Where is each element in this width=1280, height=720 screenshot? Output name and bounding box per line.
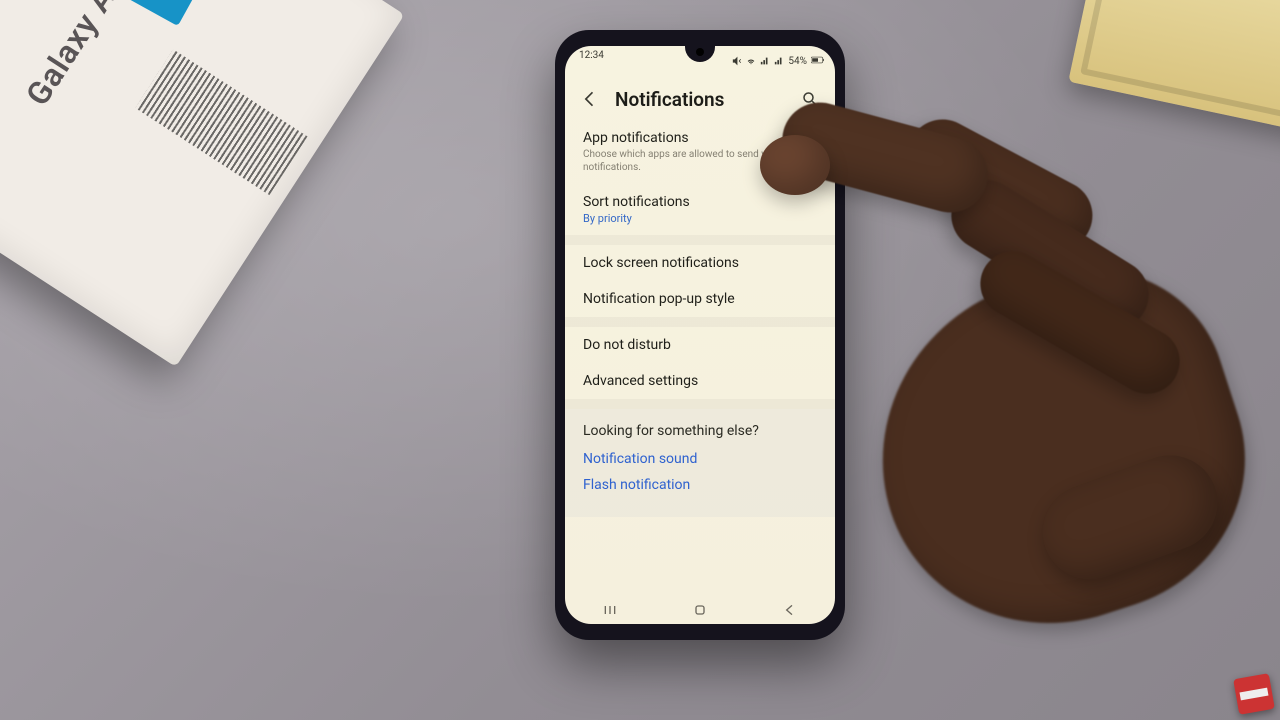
wifi-icon <box>746 56 756 66</box>
hand-overlay <box>790 80 1280 720</box>
settings-list: App notifications Choose which apps are … <box>565 120 835 596</box>
setting-title: Lock screen notifications <box>583 255 817 271</box>
wooden-block <box>1068 0 1280 135</box>
setting-title: Sort notifications <box>583 194 817 210</box>
setting-sort-notifications[interactable]: Sort notifications By priority <box>565 184 835 235</box>
setting-lock-screen-notifications[interactable]: Lock screen notifications <box>565 245 835 281</box>
nav-home-button[interactable] <box>692 602 708 618</box>
setting-advanced-settings[interactable]: Advanced settings <box>565 363 835 399</box>
phone-frame: 12:34 54% <box>555 30 845 640</box>
nav-recents-button[interactable] <box>602 602 618 618</box>
setting-do-not-disturb[interactable]: Do not disturb <box>565 327 835 363</box>
product-manufacturer: SAMSUNG <box>0 69 6 149</box>
mute-icon <box>732 56 742 66</box>
setting-value: By priority <box>583 212 817 225</box>
battery-icon <box>811 56 821 66</box>
section-divider <box>565 317 835 327</box>
status-battery: 54% <box>788 56 807 67</box>
setting-notification-popup-style[interactable]: Notification pop-up style <box>565 281 835 317</box>
setting-title: Do not disturb <box>583 337 817 353</box>
box-barcode <box>135 49 307 195</box>
page-header: Notifications <box>565 78 835 120</box>
page-title: Notifications <box>615 88 724 111</box>
link-flash-notification[interactable]: Flash notification <box>583 477 817 493</box>
setting-title: Advanced settings <box>583 373 817 389</box>
signal-icon <box>774 56 784 66</box>
setting-subtitle: Choose which apps are allowed to send yo… <box>583 148 817 174</box>
status-time: 12:34 <box>579 50 604 72</box>
product-box: Galaxy A06 SAMSUNG <box>0 0 405 367</box>
related-links-block: Looking for something else? Notification… <box>565 409 835 517</box>
setting-app-notifications[interactable]: App notifications Choose which apps are … <box>565 120 835 184</box>
back-button[interactable] <box>579 88 601 110</box>
link-notification-sound[interactable]: Notification sound <box>583 451 817 467</box>
box-flap <box>12 0 265 26</box>
watermark-badge <box>1233 673 1275 715</box>
photo-scene: Galaxy A06 SAMSUNG 12:34 <box>0 0 1280 720</box>
product-name: Galaxy A06 <box>18 0 144 112</box>
phone-screen: 12:34 54% <box>565 46 835 624</box>
navigation-bar <box>565 596 835 624</box>
related-heading: Looking for something else? <box>583 423 817 439</box>
search-button[interactable] <box>799 88 821 110</box>
signal-icon <box>760 56 770 66</box>
nav-back-button[interactable] <box>782 602 798 618</box>
section-divider <box>565 399 835 409</box>
status-bar: 12:34 54% <box>565 46 835 72</box>
section-divider <box>565 235 835 245</box>
setting-title: Notification pop-up style <box>583 291 817 307</box>
setting-title: App notifications <box>583 130 817 146</box>
